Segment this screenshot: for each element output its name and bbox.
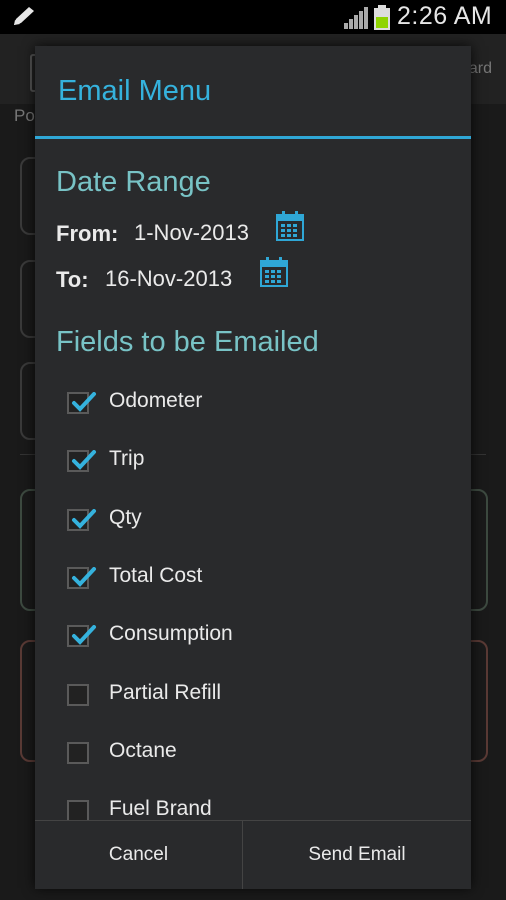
checkmark-icon xyxy=(72,392,96,412)
cancel-button[interactable]: Cancel xyxy=(35,821,242,889)
checkmark-icon xyxy=(72,567,96,587)
checkbox-partial-refill[interactable] xyxy=(67,684,89,706)
checkbox-fuel-brand[interactable] xyxy=(67,800,89,822)
field-row-consumption[interactable]: Consumption xyxy=(67,618,447,658)
checkbox-trip[interactable] xyxy=(67,450,96,472)
field-row-trip[interactable]: Trip xyxy=(67,443,447,483)
field-label: Partial Refill xyxy=(109,681,222,704)
field-label: Fuel Brand xyxy=(109,797,212,820)
field-label: Qty xyxy=(109,506,142,529)
to-label: To: xyxy=(56,267,89,292)
field-label: Total Cost xyxy=(109,564,203,587)
dialog-button-bar: Cancel Send Email xyxy=(35,820,471,889)
field-label: Trip xyxy=(109,447,145,470)
field-row-odometer[interactable]: Odometer xyxy=(67,385,447,425)
dialog-title: Email Menu xyxy=(58,75,212,107)
field-label: Consumption xyxy=(109,622,233,645)
from-label: From: xyxy=(56,221,119,246)
fields-heading: Fields to be Emailed xyxy=(56,326,319,358)
checkmark-icon xyxy=(72,450,96,470)
background-tab: Po xyxy=(14,106,35,125)
battery-icon xyxy=(374,5,390,30)
from-date-value[interactable]: 1-Nov-2013 xyxy=(134,220,249,246)
email-menu-dialog: Email Menu Date Range From: 1-Nov-2013 T… xyxy=(35,46,471,889)
field-row-qty[interactable]: Qty xyxy=(67,502,447,542)
from-calendar-icon[interactable] xyxy=(276,211,304,241)
pencil-icon xyxy=(14,7,34,25)
status-bar: 2:26 AM xyxy=(0,0,506,34)
field-row-total-cost[interactable]: Total Cost xyxy=(67,560,447,600)
status-time: 2:26 AM xyxy=(397,2,493,30)
checkbox-total-cost[interactable] xyxy=(67,567,96,589)
field-row-octane[interactable]: Octane xyxy=(67,735,447,775)
to-date-value[interactable]: 16-Nov-2013 xyxy=(105,266,232,292)
field-label: Octane xyxy=(109,739,177,762)
background-header-text: ard xyxy=(468,60,492,77)
to-calendar-icon[interactable] xyxy=(260,257,288,287)
checkbox-consumption[interactable] xyxy=(67,625,96,647)
title-divider xyxy=(35,136,471,139)
checkbox-octane[interactable] xyxy=(67,742,89,764)
signal-icon xyxy=(344,7,368,29)
checkmark-icon xyxy=(72,625,96,645)
field-row-partial-refill[interactable]: Partial Refill xyxy=(67,677,447,717)
date-range-heading: Date Range xyxy=(56,166,211,198)
field-label: Odometer xyxy=(109,389,203,412)
checkbox-odometer[interactable] xyxy=(67,392,96,414)
checkmark-icon xyxy=(72,509,96,529)
checkbox-qty[interactable] xyxy=(67,509,96,531)
send-email-button[interactable]: Send Email xyxy=(243,821,471,889)
